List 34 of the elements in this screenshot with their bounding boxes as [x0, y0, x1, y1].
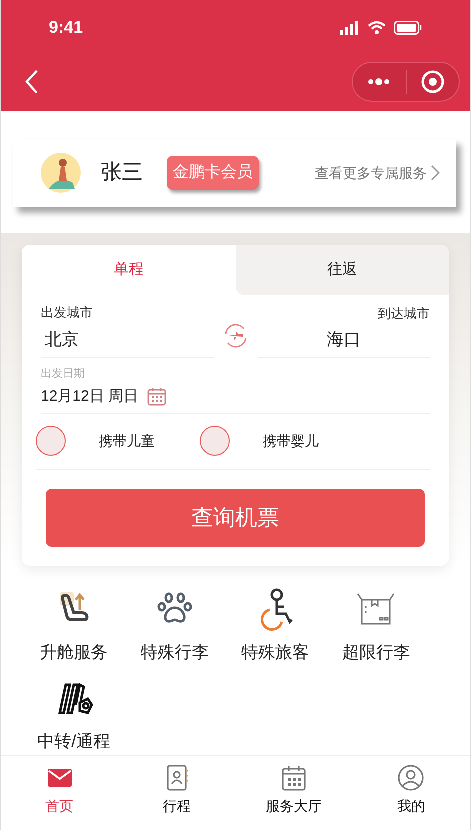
- date-field[interactable]: 12月12日 周日: [41, 386, 139, 408]
- wifi-icon: [368, 21, 386, 35]
- battery-icon: [394, 21, 422, 35]
- service-item[interactable]: 中转/通程: [34, 675, 114, 754]
- service-item[interactable]: 升舱服务: [34, 586, 114, 665]
- search-flights-button[interactable]: 查询机票: [46, 488, 425, 546]
- option-label: 携带婴儿: [263, 432, 319, 450]
- field-label: 出发城市: [41, 304, 94, 322]
- field-label: 到达城市: [378, 304, 430, 322]
- tab-bar-item[interactable]: 我的: [352, 756, 470, 830]
- chevron-right-icon: [431, 165, 440, 181]
- back-icon[interactable]: [25, 68, 39, 94]
- arrival-city-field[interactable]: 海口: [326, 327, 361, 352]
- avatar: [41, 153, 81, 193]
- trip-type-tab[interactable]: 往返: [236, 245, 449, 295]
- calendar-icon[interactable]: [146, 387, 167, 408]
- tab-bar-item[interactable]: 服务大厅: [236, 756, 353, 830]
- member-name: 张三: [101, 160, 143, 186]
- more-services-link[interactable]: 查看更多专属服务: [315, 162, 440, 184]
- status-time: 9:41: [49, 17, 84, 40]
- tab-bar-item[interactable]: 行程: [118, 756, 236, 830]
- service-item[interactable]: 特殊行李: [134, 586, 215, 665]
- departure-city-field[interactable]: 北京: [41, 326, 79, 352]
- radio-button[interactable]: [36, 426, 66, 456]
- signal-icon: [340, 21, 360, 35]
- field-label: 出发日期: [41, 366, 86, 382]
- tab-bar-item[interactable]: 首页: [1, 756, 118, 830]
- service-item[interactable]: 特殊旅客: [236, 586, 316, 665]
- service-item[interactable]: 超限行李: [336, 586, 416, 665]
- radio-button[interactable]: [200, 426, 230, 456]
- option-label: 携带儿童: [99, 432, 155, 450]
- user-icon: [397, 764, 426, 792]
- calendar-icon: [280, 764, 308, 792]
- membership-badge: 金鹏卡会员: [167, 156, 259, 190]
